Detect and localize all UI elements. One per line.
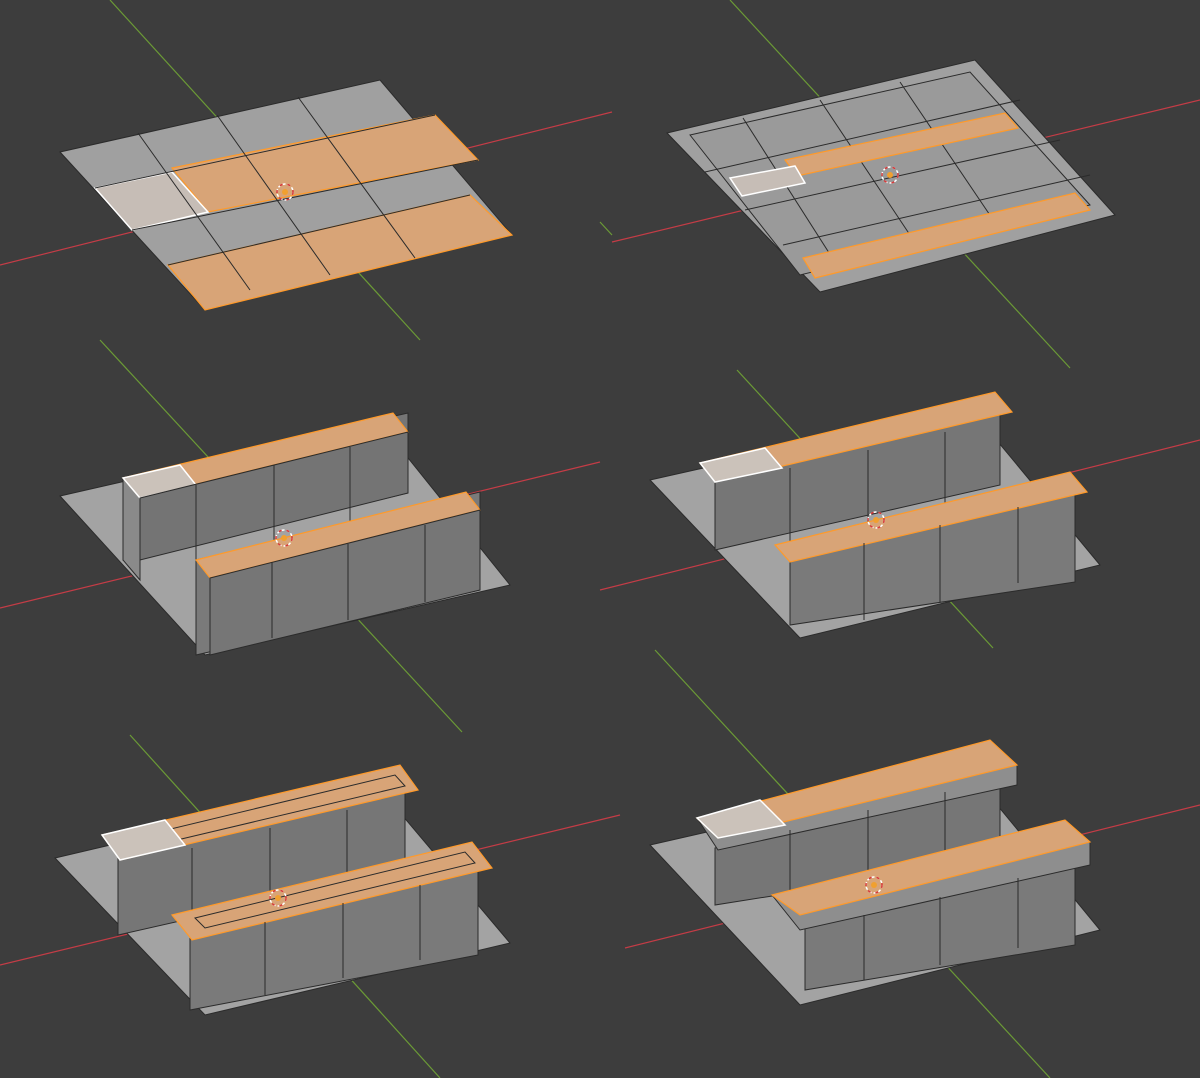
viewport-3d[interactable] bbox=[0, 0, 1200, 1078]
